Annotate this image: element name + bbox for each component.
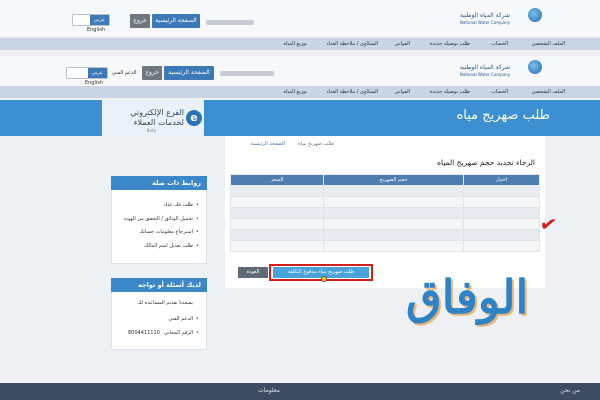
user-blur: [220, 71, 274, 76]
table-row[interactable]: [230, 196, 540, 208]
lang-ar[interactable]: عربي: [87, 68, 107, 78]
help-support-label[interactable]: الدعم الفني: [168, 316, 198, 322]
link-change-owner[interactable]: طلب تعديل اسم المالك: [144, 243, 199, 249]
price-cell: [230, 207, 324, 219]
top-logo-ar: شركة المياه الوطنية: [459, 12, 510, 19]
top-logo-en: National Water Company: [459, 20, 510, 25]
top-menu: الملف الشخصي الحساب طلب توصيلة جديدة الف…: [0, 38, 600, 50]
select-cell[interactable]: [463, 185, 540, 197]
top-user-blur: [206, 20, 254, 25]
select-cell[interactable]: [463, 240, 540, 252]
menu-complaints[interactable]: الشكاوى / ملاحظة: [340, 86, 378, 98]
top-menu-account[interactable]: الحساب: [491, 38, 508, 50]
menu-distribution[interactable]: توزيع المياه: [284, 86, 308, 98]
home-button[interactable]: الصفحة الرئيسية: [164, 66, 214, 80]
price-cell: [230, 218, 324, 230]
select-cell[interactable]: [463, 218, 540, 230]
related-links-title: روابط ذات صلة: [111, 176, 207, 190]
logo-ar: شركة المياه الوطنية: [459, 64, 510, 71]
tank-size-table: السعر حجم الصهريج اختيار: [230, 174, 540, 252]
brand-line1: الفرع الإلكتروني: [130, 108, 184, 117]
table-row[interactable]: [230, 229, 540, 241]
logo-en: National Water Company: [459, 72, 510, 77]
menu-connection[interactable]: طلب توصيلة جديدة: [430, 86, 470, 98]
top-menu-complaints[interactable]: الشكاوى / ملاحظة: [340, 38, 378, 50]
top-logout-button[interactable]: خروج: [130, 14, 150, 28]
size-cell: [323, 240, 464, 252]
tank-size-question: الرجاء تحديد حجم صهريج المياه: [437, 158, 535, 167]
select-cell[interactable]: [463, 229, 540, 241]
footer: من نحن معلومات: [0, 383, 600, 400]
price-cell: [230, 196, 324, 208]
size-cell: [323, 229, 464, 241]
col-price: السعر: [230, 174, 324, 186]
page-title: طلب صهريج مياه: [456, 108, 550, 123]
top-lang-ar[interactable]: عربي: [89, 15, 109, 25]
top-menu-bills[interactable]: الفواتير: [395, 38, 410, 50]
logout-button[interactable]: خروج: [142, 66, 162, 80]
breadcrumb: طلب صهريج مياه الصفحة الرئيسية: [228, 138, 540, 150]
price-cell: [230, 229, 324, 241]
help-text: يسعدنا تقديم المساعدة لك: [137, 300, 193, 306]
top-menu-profile[interactable]: الملف الشخصي: [532, 38, 565, 50]
menu-meter[interactable]: العداد: [326, 86, 338, 98]
footer-info[interactable]: معلومات: [258, 387, 280, 394]
link-recover-account[interactable]: استرجاع معلومات حسابك: [139, 229, 198, 235]
table-row[interactable]: [230, 240, 540, 252]
breadcrumb-current: طلب صهريج مياه: [298, 141, 334, 147]
col-size: حجم الصهريج: [323, 174, 464, 186]
menu-profile[interactable]: الملف الشخصي: [532, 86, 565, 98]
top-menu-connection[interactable]: طلب توصيلة جديدة: [430, 38, 470, 50]
top-header: عربي English خروج الصفحة الرئيسية شركة ا…: [0, 0, 600, 36]
support-link[interactable]: الدعم الفني: [112, 70, 137, 76]
table-row[interactable]: [230, 185, 540, 197]
link-meter-removal[interactable]: طلب فك عداد: [163, 202, 198, 208]
language-toggle[interactable]: عربي English: [66, 67, 108, 86]
mouse-cursor-icon: [321, 276, 327, 282]
brand-line2: لخدمات العملاء: [133, 118, 184, 127]
size-cell: [323, 218, 464, 230]
col-select: اختيار: [463, 174, 540, 186]
table-row[interactable]: [230, 218, 540, 230]
help-title: لديك أسئلة أو تواجه مشاكلاً؟: [111, 278, 207, 303]
footer-about[interactable]: من نحن: [560, 387, 580, 394]
size-cell: [323, 207, 464, 219]
menu-bills[interactable]: الفواتير: [395, 86, 410, 98]
water-drop-icon: [528, 60, 542, 74]
watermark-logo: الوفاق: [406, 270, 529, 324]
header: عربي English الدعم الفني خروج الصفحة الر…: [0, 56, 600, 86]
breadcrumb-home[interactable]: الصفحة الرئيسية: [251, 141, 286, 147]
water-drop-icon: [528, 8, 542, 22]
link-upload-documents[interactable]: تحميل الوثائق / التحقق من الهوية: [124, 216, 199, 222]
main-menu: الملف الشخصي الحساب طلب توصيلة جديدة الف…: [0, 86, 600, 98]
table-row[interactable]: [230, 207, 540, 219]
brand-beta: Beta: [146, 128, 156, 133]
help-phone-label: الرقم المجاني: [164, 330, 199, 336]
price-cell: [230, 240, 324, 252]
e-branch-icon: e: [186, 110, 202, 126]
size-cell: [323, 196, 464, 208]
top-language-toggle[interactable]: عربي English: [72, 14, 110, 33]
help-phone-number: 8004411110: [128, 330, 160, 336]
size-cell: [323, 185, 464, 197]
top-menu-distribution[interactable]: توزيع المياه: [284, 38, 308, 50]
red-check-mark-icon: ✔: [538, 210, 559, 238]
back-button[interactable]: العودة: [238, 267, 268, 278]
page-banner: طلب صهريج مياه: [0, 100, 600, 136]
top-lang-en[interactable]: English: [83, 25, 109, 35]
menu-account[interactable]: الحساب: [491, 86, 508, 98]
top-menu-meter[interactable]: العداد: [326, 38, 338, 50]
top-home-button[interactable]: الصفحة الرئيسية: [152, 14, 200, 28]
price-cell: [230, 185, 324, 197]
e-branch-logo: الفرع الإلكتروني لخدمات العملاء Beta e: [102, 100, 204, 136]
select-cell[interactable]: [463, 196, 540, 208]
select-cell[interactable]: [463, 207, 540, 219]
